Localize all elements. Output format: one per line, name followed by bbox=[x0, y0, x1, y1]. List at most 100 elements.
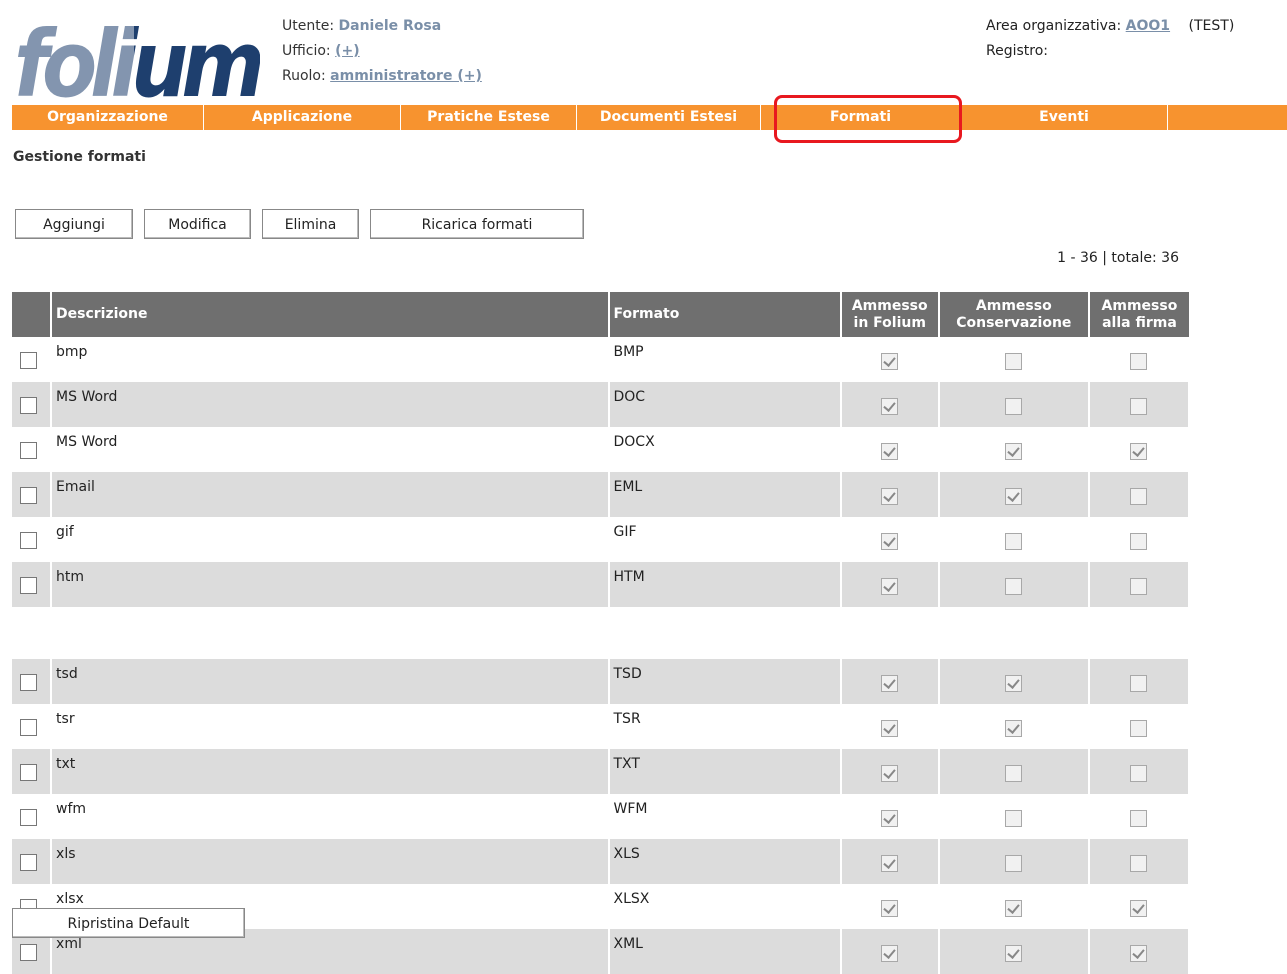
sign-column-header: Ammesso alla firma bbox=[1088, 292, 1189, 337]
row-select-checkbox[interactable] bbox=[20, 577, 37, 594]
description-cell: htm bbox=[51, 562, 610, 607]
row-select-checkbox[interactable] bbox=[20, 487, 37, 504]
folium-cell bbox=[840, 562, 940, 607]
conservation-cell bbox=[938, 749, 1090, 794]
folium-allowed-checkbox bbox=[881, 900, 899, 917]
nav-pratiche-estese[interactable]: Pratiche Estese bbox=[401, 105, 577, 130]
folium-cell bbox=[840, 839, 940, 884]
table-row[interactable]: txt TXT bbox=[12, 749, 1191, 794]
format-cell: TSR bbox=[608, 704, 842, 749]
folium-cell bbox=[840, 884, 940, 929]
folium-column-header: Ammesso in Folium bbox=[840, 292, 940, 337]
sign-cell bbox=[1088, 884, 1191, 929]
folium-allowed-checkbox bbox=[881, 675, 899, 692]
description-column-header[interactable]: Descrizione bbox=[51, 292, 610, 337]
format-cell: XML bbox=[608, 929, 842, 974]
nav-applicazione[interactable]: Applicazione bbox=[204, 105, 401, 130]
row-select-checkbox[interactable] bbox=[20, 532, 37, 549]
conservation-allowed-checkbox bbox=[1005, 720, 1023, 737]
format-cell: BMP bbox=[608, 337, 842, 382]
format-column-header[interactable]: Formato bbox=[608, 292, 842, 337]
row-select-checkbox[interactable] bbox=[20, 809, 37, 826]
folium-cell bbox=[840, 704, 940, 749]
folium-allowed-checkbox bbox=[881, 945, 899, 962]
description-cell: tsr bbox=[51, 704, 610, 749]
folium-cell bbox=[840, 382, 940, 427]
table-row[interactable]: gif GIF bbox=[12, 517, 1191, 562]
sign-allowed-checkbox bbox=[1130, 945, 1148, 962]
sign-allowed-checkbox bbox=[1130, 900, 1148, 917]
nav-formati[interactable]: Formati bbox=[761, 105, 961, 130]
folium-allowed-checkbox bbox=[881, 855, 899, 872]
sign-allowed-checkbox bbox=[1130, 855, 1148, 872]
row-select-checkbox[interactable] bbox=[20, 352, 37, 369]
table-row[interactable]: Email EML bbox=[12, 472, 1191, 517]
conservation-cell bbox=[938, 517, 1090, 562]
sign-cell bbox=[1088, 929, 1191, 974]
conservation-allowed-checkbox bbox=[1005, 353, 1023, 370]
select-column-header bbox=[12, 292, 53, 337]
row-select-checkbox[interactable] bbox=[20, 442, 37, 459]
description-cell: Email bbox=[51, 472, 610, 517]
user-name: Daniele Rosa bbox=[338, 18, 442, 34]
conservation-column-header: Ammesso Conservazione bbox=[938, 292, 1090, 337]
table-row[interactable]: wfm WFM bbox=[12, 794, 1191, 839]
reload-formats-button[interactable]: Ricarica formati bbox=[370, 209, 584, 239]
table-header-row: Descrizione Formato Ammesso in Folium Am… bbox=[12, 292, 1189, 337]
row-select-checkbox[interactable] bbox=[20, 719, 37, 736]
folium-cell bbox=[840, 749, 940, 794]
table-row[interactable]: MS Word DOCX bbox=[12, 427, 1191, 472]
format-cell: WFM bbox=[608, 794, 842, 839]
sign-cell bbox=[1088, 562, 1191, 607]
sign-cell bbox=[1088, 794, 1191, 839]
row-select-cell bbox=[12, 472, 53, 517]
table-row[interactable]: htm HTM bbox=[12, 562, 1191, 607]
format-cell: TSD bbox=[608, 659, 842, 704]
conservation-cell bbox=[938, 794, 1090, 839]
conservation-cell bbox=[938, 427, 1090, 472]
row-select-checkbox[interactable] bbox=[20, 764, 37, 781]
folium-allowed-checkbox bbox=[881, 720, 899, 737]
description-cell: gif bbox=[51, 517, 610, 562]
description-cell: xls bbox=[51, 839, 610, 884]
folium-header-line1: Ammesso bbox=[851, 297, 928, 314]
role-link[interactable]: amministratore (+) bbox=[330, 68, 482, 84]
folium-allowed-checkbox bbox=[881, 353, 899, 370]
sign-allowed-checkbox bbox=[1130, 398, 1148, 415]
sign-cell bbox=[1088, 704, 1191, 749]
table-row[interactable]: tsd TSD bbox=[12, 659, 1191, 704]
table-row[interactable]: xls XLS bbox=[12, 839, 1191, 884]
row-select-cell bbox=[12, 794, 53, 839]
row-select-cell bbox=[12, 382, 53, 427]
description-cell: wfm bbox=[51, 794, 610, 839]
table-row[interactable]: bmp BMP bbox=[12, 337, 1191, 382]
delete-button[interactable]: Elimina bbox=[262, 209, 359, 239]
office-add-link[interactable]: (+) bbox=[335, 43, 360, 59]
omitted-rows-gap bbox=[12, 607, 1190, 659]
sign-cell bbox=[1088, 382, 1191, 427]
row-select-checkbox[interactable] bbox=[20, 944, 37, 961]
add-button[interactable]: Aggiungi bbox=[15, 209, 133, 239]
format-cell: EML bbox=[608, 472, 842, 517]
conservation-cell bbox=[938, 929, 1090, 974]
row-select-cell bbox=[12, 337, 53, 382]
conservation-allowed-checkbox bbox=[1005, 443, 1023, 460]
table-row[interactable]: tsr TSR bbox=[12, 704, 1191, 749]
row-select-cell bbox=[12, 562, 53, 607]
edit-button[interactable]: Modifica bbox=[144, 209, 251, 239]
nav-eventi[interactable]: Eventi bbox=[961, 105, 1168, 130]
conservation-cell bbox=[938, 839, 1090, 884]
format-cell: GIF bbox=[608, 517, 842, 562]
nav-organizzazione[interactable]: Organizzazione bbox=[12, 105, 204, 130]
folium-cell bbox=[840, 929, 940, 974]
area-link[interactable]: AOO1 bbox=[1126, 18, 1170, 34]
folium-cell bbox=[840, 517, 940, 562]
office-label: Ufficio: bbox=[282, 43, 331, 59]
row-select-checkbox[interactable] bbox=[20, 674, 37, 691]
row-select-checkbox[interactable] bbox=[20, 397, 37, 414]
folium-allowed-checkbox bbox=[881, 578, 899, 595]
main-nav: Organizzazione Applicazione Pratiche Est… bbox=[12, 105, 1287, 130]
row-select-checkbox[interactable] bbox=[20, 854, 37, 871]
nav-documenti-estesi[interactable]: Documenti Estesi bbox=[577, 105, 761, 130]
table-row[interactable]: MS Word DOC bbox=[12, 382, 1191, 427]
